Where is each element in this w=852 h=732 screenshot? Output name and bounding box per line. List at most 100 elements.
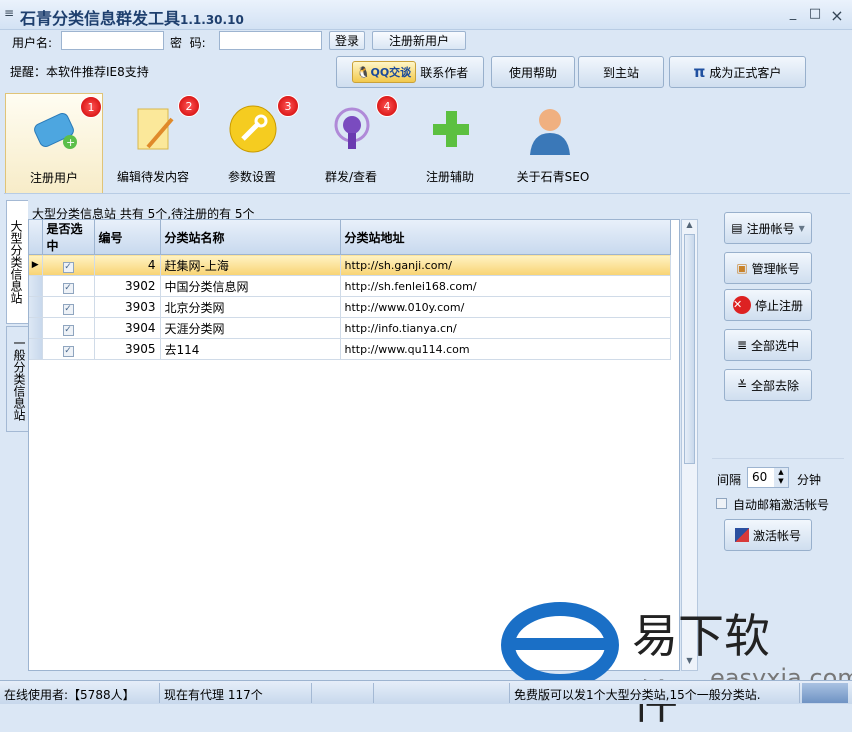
scroll-down-arrow[interactable]: ▼ bbox=[682, 656, 697, 670]
title-bar: ≡ 石青分类信息群发工具1.1.30.10 _ □ × bbox=[0, 0, 852, 30]
row-url: http://sh.fenlei168.com/ bbox=[340, 275, 671, 297]
table-row[interactable]: ✓ 3902 中国分类信息网 http://sh.fenlei168.com/ bbox=[29, 275, 671, 297]
dropdown-arrow-icon: ▼ bbox=[798, 223, 805, 233]
row-name: 中国分类信息网 bbox=[160, 275, 341, 297]
row-header[interactable]: ▶ bbox=[29, 254, 43, 276]
row-url: http://info.tianya.cn/ bbox=[340, 317, 671, 339]
tile-register-user[interactable]: + 1 注册用户 bbox=[5, 93, 103, 193]
tile-edit-content[interactable]: 2 编辑待发内容 bbox=[104, 93, 202, 193]
grid-vertical-scrollbar[interactable]: ▲ ▼ bbox=[681, 219, 698, 671]
tab-large-sites[interactable]: 大型分类信息站 bbox=[6, 200, 28, 324]
table-row[interactable]: ✓ 3903 北京分类网 http://www.010y.com/ bbox=[29, 296, 671, 318]
column-header-id[interactable]: 编号 bbox=[94, 220, 161, 255]
row-checkbox-cell[interactable]: ✓ bbox=[42, 338, 95, 360]
register-user-button[interactable]: 注册新用户 bbox=[372, 31, 466, 50]
main-site-button[interactable]: 到主站 bbox=[578, 56, 664, 88]
select-all-button[interactable]: ≣ 全部选中 bbox=[724, 329, 812, 361]
user-icon bbox=[530, 109, 570, 155]
tile-about[interactable]: 关于石青SEO bbox=[500, 93, 606, 193]
wrench-icon bbox=[229, 105, 277, 153]
row-checkbox[interactable]: ✓ bbox=[62, 282, 74, 294]
stop-icon: ✕ bbox=[732, 296, 751, 314]
pi-icon: π bbox=[693, 63, 706, 81]
tile-label: 参数设置 bbox=[227, 170, 276, 184]
row-url: http://sh.ganji.com/ bbox=[340, 254, 671, 276]
clear-all-label: 全部去除 bbox=[751, 378, 800, 393]
status-bar: 在线使用者:【5788人】 现在有代理 117个 免费版可以发1个大型分类站,1… bbox=[0, 680, 852, 704]
row-checkbox[interactable]: ✓ bbox=[62, 345, 74, 357]
notepad-icon bbox=[137, 108, 174, 150]
step-badge: 3 bbox=[277, 95, 299, 117]
tile-label: 群发/查看 bbox=[324, 170, 378, 184]
status-proxy-count: 现在有代理 117个 bbox=[160, 683, 312, 703]
row-checkbox-cell[interactable]: ✓ bbox=[42, 296, 95, 318]
plus-icon bbox=[433, 111, 469, 147]
row-checkbox[interactable]: ✓ bbox=[62, 261, 74, 273]
become-customer-button[interactable]: π 成为正式客户 bbox=[669, 56, 806, 88]
row-name: 北京分类网 bbox=[160, 296, 341, 318]
table-row[interactable]: ✓ 3904 天涯分类网 http://info.tianya.cn/ bbox=[29, 317, 671, 339]
activate-account-label: 激活帐号 bbox=[752, 528, 801, 543]
system-menu-icon[interactable]: ≡ bbox=[4, 6, 14, 20]
row-url: http://www.qu114.com bbox=[340, 338, 671, 360]
help-button[interactable]: 使用帮助 bbox=[491, 56, 575, 88]
scroll-up-arrow[interactable]: ▲ bbox=[682, 220, 697, 234]
tag-icon: + bbox=[34, 112, 77, 149]
minimize-button[interactable]: _ bbox=[784, 6, 802, 22]
row-id: 3903 bbox=[94, 296, 161, 318]
row-checkbox[interactable]: ✓ bbox=[62, 324, 74, 336]
document-icon: ▤ bbox=[731, 221, 743, 235]
status-resize-area bbox=[802, 683, 848, 703]
maximize-button[interactable]: □ bbox=[806, 6, 824, 22]
username-input[interactable] bbox=[61, 31, 164, 50]
tile-label: 编辑待发内容 bbox=[116, 170, 189, 184]
status-empty-1 bbox=[312, 683, 374, 703]
row-header[interactable] bbox=[29, 275, 43, 297]
stop-register-button[interactable]: ✕ 停止注册 bbox=[724, 289, 812, 321]
window-title: 石青分类信息群发工具1.1.30.10 bbox=[20, 5, 244, 29]
row-checkbox-cell[interactable]: ✓ bbox=[42, 254, 95, 276]
row-header-corner bbox=[29, 220, 43, 255]
row-id: 4 bbox=[94, 254, 161, 276]
password-label: 密 码: bbox=[170, 36, 206, 50]
contact-author-button[interactable]: 🐧QQ交谈 联系作者 bbox=[336, 56, 484, 88]
tile-register-assist[interactable]: 注册辅助 bbox=[401, 93, 499, 193]
table-row[interactable]: ✓ 3905 去114 http://www.qu114.com bbox=[29, 338, 671, 360]
column-header-name[interactable]: 分类站名称 bbox=[160, 220, 341, 255]
interval-value: 60 bbox=[752, 470, 768, 484]
register-account-button[interactable]: ▤ 注册帐号 ▼ bbox=[724, 212, 812, 244]
row-checkbox[interactable]: ✓ bbox=[62, 303, 74, 315]
login-button[interactable]: 登录 bbox=[329, 31, 365, 50]
divider bbox=[712, 458, 844, 459]
podcast-icon bbox=[334, 107, 370, 149]
step-badge: 1 bbox=[80, 96, 102, 118]
close-button[interactable]: × bbox=[828, 6, 846, 25]
row-checkbox-cell[interactable]: ✓ bbox=[42, 275, 95, 297]
tab-general-sites[interactable]: 一般分类信息站 bbox=[6, 326, 28, 432]
row-name: 天涯分类网 bbox=[160, 317, 341, 339]
clear-all-icon: ≚ bbox=[736, 378, 748, 392]
column-header-selected[interactable]: 是否选中 bbox=[42, 220, 95, 255]
step-badge: 2 bbox=[178, 95, 200, 117]
scroll-thumb[interactable] bbox=[684, 234, 695, 464]
auto-activate-checkbox[interactable] bbox=[716, 498, 727, 509]
row-name: 赶集网-上海 bbox=[160, 254, 341, 276]
interval-stepper[interactable]: 60 ▲ ▼ bbox=[747, 467, 789, 488]
tile-broadcast[interactable]: 4 群发/查看 bbox=[302, 93, 400, 193]
row-checkbox-cell[interactable]: ✓ bbox=[42, 317, 95, 339]
manage-account-button[interactable]: ▣ 管理帐号 bbox=[724, 252, 812, 284]
row-header[interactable] bbox=[29, 338, 43, 360]
password-input[interactable] bbox=[219, 31, 322, 50]
row-id: 3905 bbox=[94, 338, 161, 360]
row-header[interactable] bbox=[29, 317, 43, 339]
column-header-url[interactable]: 分类站地址 bbox=[340, 220, 671, 255]
row-header[interactable] bbox=[29, 296, 43, 318]
clear-all-button[interactable]: ≚ 全部去除 bbox=[724, 369, 812, 401]
status-online-users: 在线使用者:【5788人】 bbox=[0, 683, 160, 703]
tile-settings[interactable]: 3 参数设置 bbox=[203, 93, 301, 193]
activate-account-button[interactable]: 激活帐号 bbox=[724, 519, 812, 551]
interval-unit: 分钟 bbox=[797, 473, 822, 487]
stepper-arrows-icon[interactable]: ▲ ▼ bbox=[774, 468, 788, 487]
select-all-label: 全部选中 bbox=[751, 338, 800, 353]
table-row[interactable]: ▶ ✓ 4 赶集网-上海 http://sh.ganji.com/ bbox=[29, 254, 671, 276]
